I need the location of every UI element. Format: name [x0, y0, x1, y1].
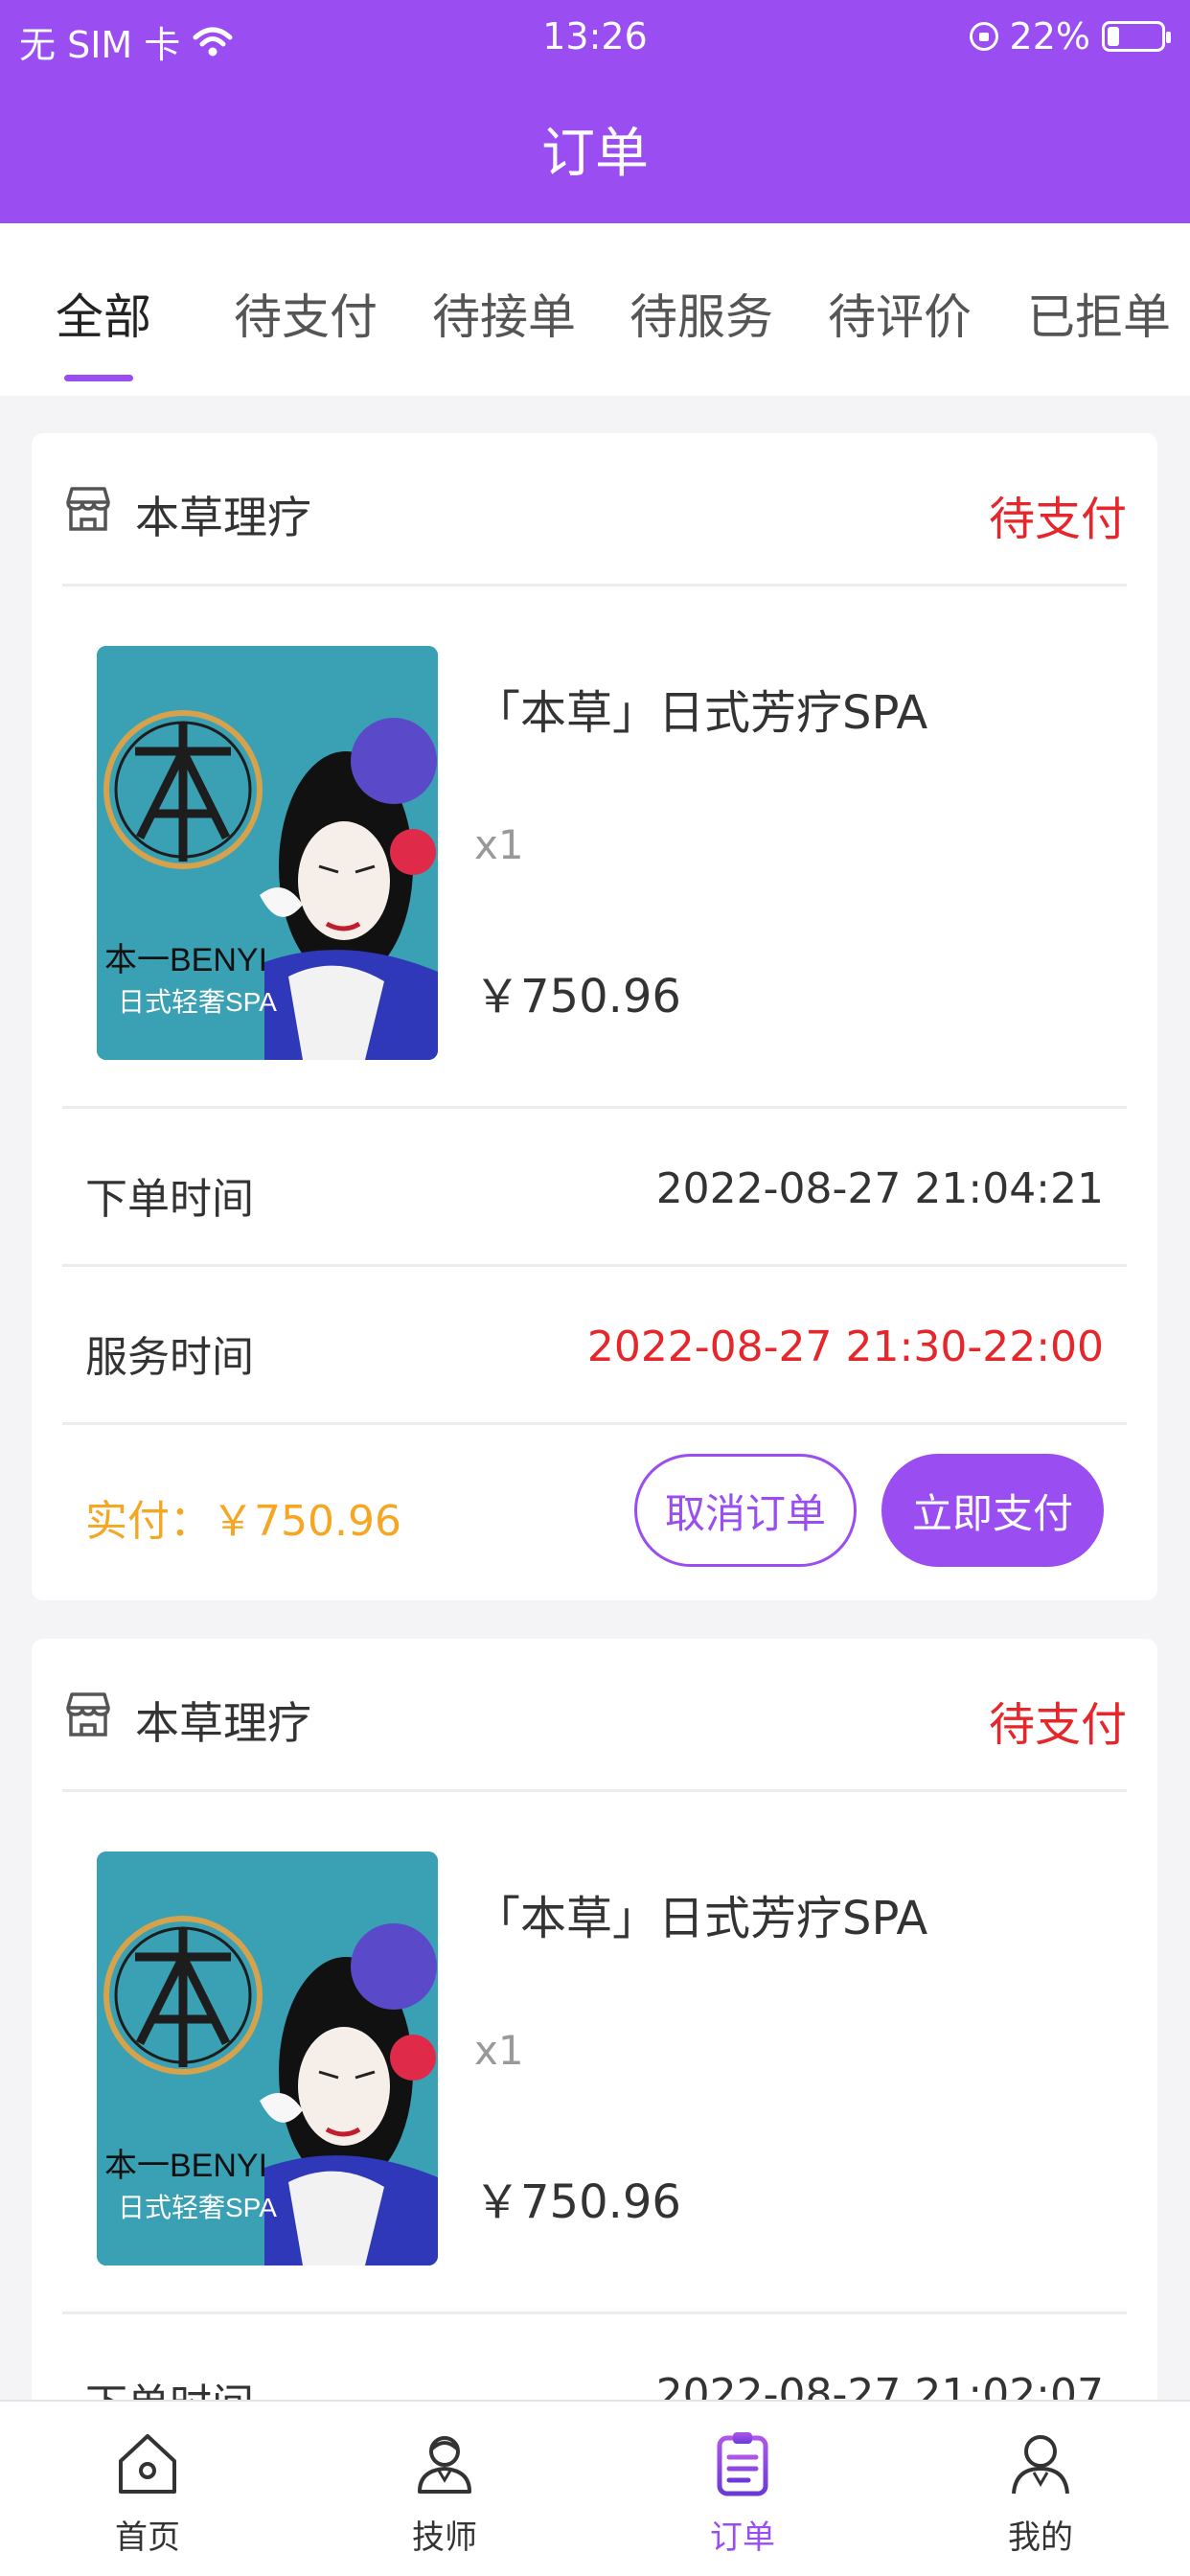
- battery-percent: 22%: [1009, 15, 1090, 58]
- tab-pending-review[interactable]: 待评价: [828, 279, 972, 348]
- tab-pending-payment[interactable]: 待支付: [234, 279, 378, 348]
- order-time-value: 2022-08-27 21:04:21: [655, 1164, 1104, 1213]
- order-card[interactable]: 本草理疗 待支付 本一BENYI 日式轻奢SPA 「本草」日式芳疗SPA x1 …: [32, 433, 1157, 1600]
- nav-orders[interactable]: 订单: [656, 2428, 829, 2558]
- product-row[interactable]: 本一BENYI 日式轻奢SPA 「本草」日式芳疗SPA x1 ￥750.96: [62, 586, 1127, 1109]
- service-time-label: 服务时间: [85, 1333, 254, 1382]
- product-name: 「本草」日式芳疗SPA: [474, 1892, 928, 1945]
- nav-home-label: 首页: [115, 2518, 180, 2557]
- active-tab-indicator: [64, 375, 133, 381]
- order-tabs: 全部 待支付 待接单 待服务 待评价 已拒单: [0, 223, 1190, 396]
- service-time-value: 2022-08-27 21:30-22:00: [586, 1322, 1104, 1371]
- status-right: 22%: [969, 15, 1171, 58]
- home-icon: [119, 2434, 176, 2494]
- product-row[interactable]: 本一BENYI 日式轻奢SPA 「本草」日式芳疗SPA x1 ￥750.96: [62, 1792, 1127, 2314]
- tab-all[interactable]: 全部: [56, 279, 151, 348]
- nav-technician-label: 技师: [412, 2518, 477, 2557]
- product-image-brand: 本一BENYI: [104, 2148, 268, 2184]
- product-quantity: x1: [474, 2027, 524, 2074]
- battery-icon: [1102, 21, 1171, 52]
- order-status: 待支付: [988, 493, 1127, 546]
- nav-profile-label: 我的: [1008, 2518, 1073, 2557]
- store-icon: [66, 487, 110, 531]
- tab-pending-accept[interactable]: 待接单: [432, 279, 576, 348]
- store-name[interactable]: 本草理疗: [135, 483, 311, 546]
- nav-home[interactable]: 首页: [61, 2428, 234, 2558]
- tab-pending-service[interactable]: 待服务: [629, 279, 773, 348]
- store-name[interactable]: 本草理疗: [135, 1689, 311, 1752]
- product-quantity: x1: [474, 821, 524, 868]
- nav-profile[interactable]: 我的: [954, 2428, 1127, 2558]
- technician-icon: [418, 2436, 471, 2494]
- nav-orders-label: 订单: [710, 2518, 775, 2557]
- order-card-header: 本草理疗 待支付: [62, 1639, 1127, 1792]
- page-title: 订单: [541, 123, 649, 185]
- nav-technician[interactable]: 技师: [358, 2428, 531, 2558]
- product-price: ￥750.96: [474, 2175, 681, 2229]
- bottom-nav: 首页 技师 订单 我的: [0, 2400, 1190, 2576]
- product-image-subtitle: 日式轻奢SPA: [118, 987, 277, 1017]
- order-card[interactable]: 本草理疗 待支付 本一BENYI 日式轻奢SPA 「本草」日式芳疗SPA x1 …: [32, 1639, 1157, 2501]
- tab-rejected[interactable]: 已拒单: [1027, 279, 1171, 348]
- order-icon: [717, 2432, 768, 2496]
- pay-now-button[interactable]: 立即支付: [881, 1454, 1104, 1567]
- product-image-subtitle: 日式轻奢SPA: [118, 2193, 277, 2222]
- profile-icon: [1012, 2435, 1069, 2495]
- service-time-row: 服务时间 2022-08-27 21:30-22:00: [62, 1267, 1127, 1425]
- paid-amount: 实付：￥750.96: [85, 1497, 401, 1546]
- order-time-label: 下单时间: [85, 1175, 254, 1224]
- product-price: ￥750.96: [474, 970, 681, 1024]
- status-bar: 无 SIM 卡 13:26 22%: [0, 0, 1190, 73]
- order-status: 待支付: [988, 1698, 1127, 1752]
- product-image-brand: 本一BENYI: [104, 942, 268, 978]
- app-header: 无 SIM 卡 13:26 22% 订单: [0, 0, 1190, 223]
- battery-level: [1108, 27, 1119, 46]
- cancel-order-button[interactable]: 取消订单: [634, 1454, 857, 1567]
- order-card-header: 本草理疗 待支付: [62, 433, 1127, 586]
- order-actions: 实付：￥750.96 取消订单 立即支付: [62, 1425, 1127, 1598]
- product-name: 「本草」日式芳疗SPA: [474, 686, 928, 740]
- product-image: 本一BENYI 日式轻奢SPA: [97, 1852, 438, 2266]
- order-time-row: 下单时间 2022-08-27 21:04:21: [62, 1109, 1127, 1267]
- store-icon: [66, 1692, 110, 1736]
- rotation-lock-icon: [969, 22, 998, 51]
- product-image: 本一BENYI 日式轻奢SPA: [97, 646, 438, 1060]
